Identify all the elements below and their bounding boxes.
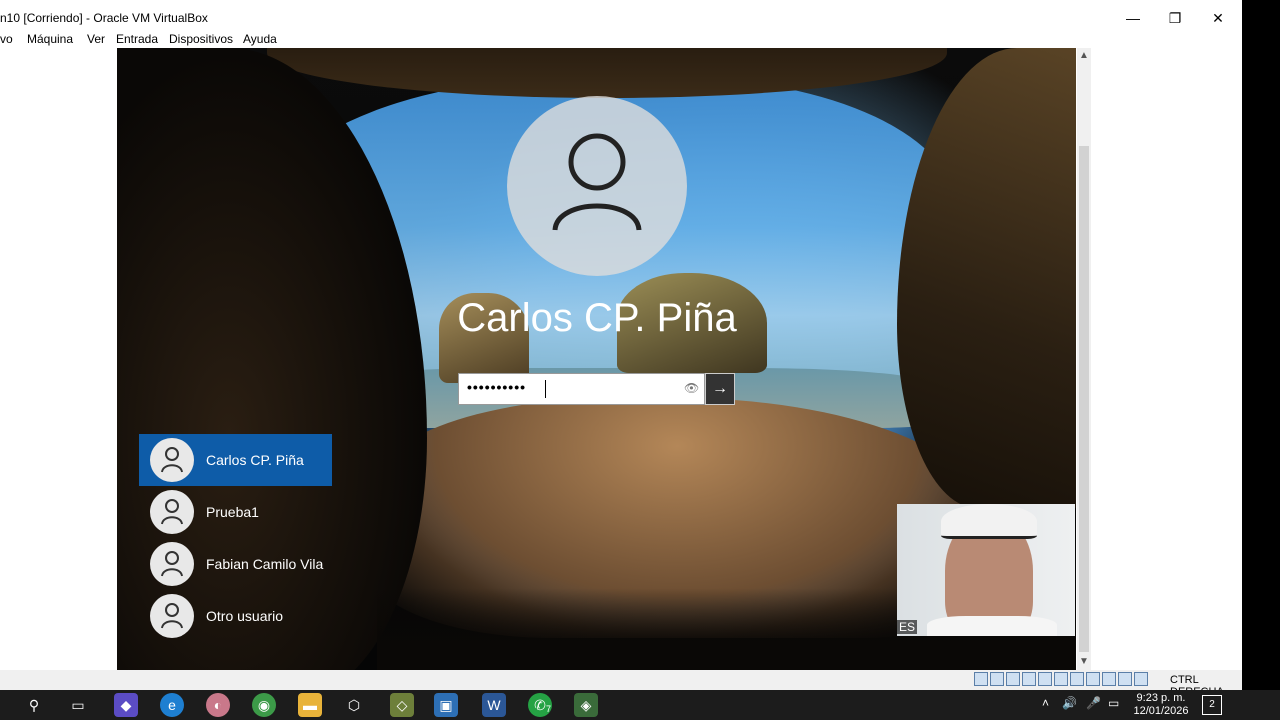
vm-display[interactable]: Carlos CP. Piña •••••••••• 👁 → Carlos CP… [117,48,1076,670]
webcam-shirt [927,616,1057,636]
menu-ver[interactable]: Ver [87,32,105,46]
password-input[interactable]: •••••••••• 👁 [458,373,705,405]
user-avatar [507,96,687,276]
window-title: n10 [Corriendo] - Oracle VM VirtualBox [0,11,208,25]
word-icon[interactable]: W [482,693,506,717]
avatar [150,490,194,534]
scroll-down-icon[interactable]: ▼ [1077,656,1091,667]
menu-archivo[interactable]: vo [0,32,13,46]
person-icon [161,551,183,577]
hard-disk-icon[interactable] [974,672,988,686]
webcam-cap [941,504,1037,539]
eye-icon[interactable]: 👁 [684,381,699,395]
user-item-label: Prueba1 [206,504,259,520]
vertical-scrollbar[interactable]: ▲ ▼ [1077,48,1091,670]
virtualbox-icon[interactable]: ▣ [434,693,458,717]
person-icon [161,447,183,473]
search-icon[interactable]: ⚲ [22,693,46,717]
person-icon [552,133,642,231]
wallpaper-cave [267,48,947,98]
chevron-up-icon[interactable]: ˄ [1042,696,1049,710]
text-caret [545,380,546,398]
keyboard-icon[interactable] [1134,672,1148,686]
network-icon[interactable] [1022,672,1036,686]
virtualbox-window: n10 [Corriendo] - Oracle VM VirtualBox —… [0,0,1242,698]
usb-icon[interactable] [1038,672,1052,686]
notification-center-icon[interactable]: 2 [1202,695,1222,715]
vm-status-bar: CTRL DERECHA [0,670,1242,698]
app-icon[interactable]: ◇ [390,693,414,717]
optical-drive-icon[interactable] [990,672,1004,686]
menu-bar: vo Máquina Ver Entrada Dispositivos Ayud… [0,30,1242,48]
arrow-right-icon: → [712,380,728,397]
user-item-carlos[interactable]: Carlos CP. Piña [139,434,332,486]
file-explorer-icon[interactable]: ▬ [298,693,322,717]
language-indicator: ES [897,620,918,634]
user-item-fabian[interactable]: Fabian Camilo Vila [139,538,332,590]
clock-time: 9:23 p. m. [1136,692,1186,704]
menu-maquina[interactable]: Máquina [27,32,73,46]
scroll-up-icon[interactable]: ▲ [1077,50,1091,61]
user-item-prueba1[interactable]: Prueba1 [139,486,332,538]
scrollbar-thumb[interactable] [1079,146,1089,652]
minimize-button[interactable]: — [1118,8,1148,28]
notification-count: 2 [1209,699,1215,710]
menu-entrada[interactable]: Entrada [116,32,158,46]
cpu-icon[interactable] [1102,672,1116,686]
submit-button[interactable]: → [705,373,735,405]
user-item-label: Otro usuario [206,608,284,624]
user-switcher-list: Carlos CP. Piña Prueba1 Fabian Camilo Vi… [139,434,332,642]
avatar [150,542,194,586]
cube-app-icon[interactable]: ⬡ [342,693,366,717]
clock-date: 12/01/2026 [1133,705,1189,717]
close-button[interactable]: ✕ [1203,8,1233,28]
title-bar: n10 [Corriendo] - Oracle VM VirtualBox —… [0,6,1242,30]
wallpaper-cave [897,48,1076,508]
shared-folders-icon[interactable] [1054,672,1068,686]
edge-icon[interactable]: e [160,693,184,717]
app-icon[interactable]: ◈ [574,693,598,717]
menu-ayuda[interactable]: Ayuda [243,32,277,46]
restore-button[interactable]: ❐ [1160,8,1190,28]
whatsapp-badge: 7 [546,704,552,714]
user-item-label: Carlos CP. Piña [206,452,304,468]
microphone-icon[interactable]: 🎤 [1086,696,1101,710]
task-view-icon[interactable]: ▭ [66,693,90,717]
avatar [150,594,194,638]
webcam-overlay: ES [897,504,1075,636]
person-icon [161,603,183,629]
chrome-icon[interactable]: ◉ [252,693,276,717]
system-clock[interactable]: 9:23 p. m. 12/01/2026 [1128,692,1194,718]
mouse-integration-icon[interactable] [1118,672,1132,686]
copilot-icon[interactable]: ◆ [114,693,138,717]
app-icon[interactable]: ◐ [206,693,230,717]
user-item-label: Fabian Camilo Vila [206,556,324,572]
person-icon [161,499,183,525]
avatar [150,438,194,482]
password-mask: •••••••••• [467,379,527,395]
network-icon[interactable]: ▭ [1108,696,1119,710]
user-item-otro-usuario[interactable]: Otro usuario [139,590,332,642]
taskbar: ⚲ ▭ ◆ e ◐ ◉ ▬ ⬡ ◇ ▣ W ✆ 7 ◈ ˄ 🔊 🎤 ▭ 9:23… [0,690,1280,720]
recording-icon[interactable] [1086,672,1100,686]
screen-edge [1242,0,1280,690]
display-icon[interactable] [1070,672,1084,686]
audio-icon[interactable] [1006,672,1020,686]
menu-dispositivos[interactable]: Dispositivos [169,32,233,46]
volume-icon[interactable]: 🔊 [1062,696,1077,710]
login-user-name: Carlos CP. Piña [457,296,737,340]
device-status-icons [974,672,1148,688]
